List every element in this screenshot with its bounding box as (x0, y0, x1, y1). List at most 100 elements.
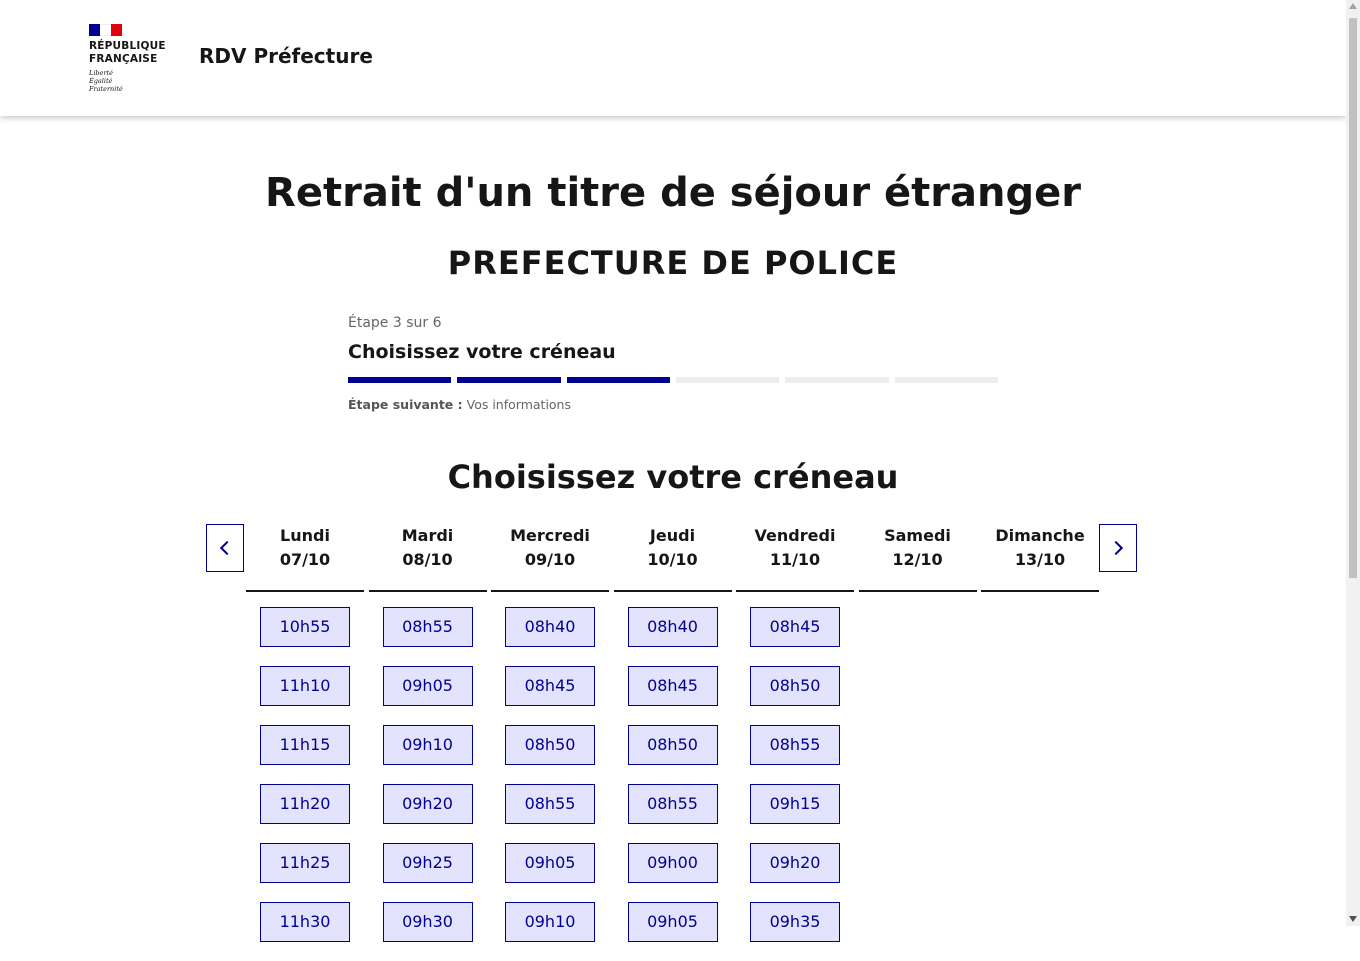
page-title: Retrait d'un titre de séjour étranger (265, 170, 1081, 216)
time-slot-button[interactable]: 09h20 (382, 784, 473, 824)
time-slot-button[interactable]: 09h35 (750, 902, 840, 942)
stepper-bar-1 (348, 377, 452, 383)
republique-francaise-logo[interactable]: RÉPUBLIQUE FRANÇAISE Liberté Égalité Fra… (89, 24, 179, 96)
time-slot-button[interactable]: 09h30 (382, 902, 473, 942)
stepper-bar-4 (675, 377, 780, 383)
scrollbar-thumb[interactable] (1349, 18, 1357, 578)
day-header: Mercredi 09/10 (491, 524, 609, 592)
stepper-next-value: Vos informations (466, 397, 571, 412)
time-slot-button[interactable]: 08h50 (505, 725, 595, 765)
vertical-scrollbar[interactable] (1346, 0, 1360, 926)
day-column: Mardi 08/10 08h55 09h05 09h10 09h20 09h25 09h30 (368, 524, 487, 961)
time-slot-button[interactable]: 09h10 (382, 725, 473, 765)
day-name: Mardi (401, 526, 454, 545)
time-slot-button[interactable]: 11h20 (260, 784, 350, 824)
day-header: Dimanche 13/10 (981, 524, 1099, 592)
previous-week-button[interactable] (206, 524, 244, 572)
logo-text: RÉPUBLIQUE FRANÇAISE (89, 40, 179, 66)
calendar-heading: Choisissez votre créneau (447, 458, 899, 496)
day-date: 11/10 (769, 550, 821, 569)
page-subtitle: PREFECTURE DE POLICE (447, 244, 899, 282)
time-slot-button[interactable]: 09h25 (382, 843, 473, 883)
time-slot-button[interactable]: 08h55 (627, 784, 718, 824)
day-name: Vendredi (754, 526, 836, 545)
day-date: 10/10 (647, 550, 698, 569)
day-date: 13/10 (1014, 550, 1066, 569)
calendar-days: Lundi 07/10 10h55 11h10 11h15 11h20 11h25 11h30… (246, 524, 1104, 961)
time-slot-button[interactable]: 11h25 (260, 843, 350, 883)
time-slot-button[interactable]: 08h50 (627, 725, 718, 765)
scroll-up-arrow-icon[interactable] (1349, 3, 1357, 9)
time-slot-button[interactable]: 10h55 (260, 607, 350, 647)
stepper-bar-6 (894, 377, 998, 383)
time-slot-button[interactable]: 09h05 (382, 666, 473, 706)
time-slot-button[interactable]: 08h45 (627, 666, 718, 706)
service-name[interactable]: RDV Préfecture (199, 44, 373, 68)
day-name: Jeudi (649, 526, 696, 545)
day-column: Mercredi 09/10 08h40 08h45 08h50 08h55 09h05 09… (491, 524, 609, 961)
day-column: Jeudi 10/10 08h40 08h45 08h50 08h55 09h00 09h05 (613, 524, 732, 961)
slot-list: 10h55 11h10 11h15 11h20 11h25 11h30 (246, 592, 364, 942)
stepper-bar-3 (566, 377, 670, 383)
motto-line-1: Liberté (89, 69, 113, 77)
site-header: RÉPUBLIQUE FRANÇAISE Liberté Égalité Fra… (0, 0, 1346, 116)
stepper: Étape 3 sur 6 Choisissez votre créneau É… (348, 315, 998, 412)
time-slot-button[interactable]: 09h10 (505, 902, 595, 942)
logo-line-2: FRANÇAISE (89, 53, 158, 65)
scroll-down-arrow-icon[interactable] (1349, 916, 1357, 922)
motto-line-3: Fraternité (89, 85, 123, 93)
time-slot-button[interactable]: 09h15 (750, 784, 840, 824)
time-slot-button[interactable]: 08h45 (505, 666, 595, 706)
time-slot-button[interactable]: 09h20 (750, 843, 840, 883)
stepper-bar-5 (785, 377, 889, 383)
time-slot-button[interactable]: 08h40 (627, 607, 718, 647)
time-slot-button[interactable]: 09h05 (627, 902, 718, 942)
slot-list: 08h45 08h50 08h55 09h15 09h20 09h35 (736, 592, 854, 942)
time-slot-button[interactable]: 11h15 (260, 725, 350, 765)
day-header: Lundi 07/10 (246, 524, 364, 592)
day-date: 08/10 (402, 550, 453, 569)
slot-list: 08h40 08h45 08h50 08h55 09h00 09h05 (614, 592, 732, 942)
motto-line-2: Égalité (89, 77, 113, 85)
day-date: 07/10 (279, 550, 331, 569)
stepper-progress (348, 377, 998, 383)
stepper-state: Étape 3 sur 6 (348, 315, 442, 331)
time-slot-button[interactable]: 11h30 (260, 902, 350, 942)
day-header: Samedi 12/10 (858, 524, 977, 592)
time-slot-button[interactable]: 09h05 (505, 843, 595, 883)
day-header: Vendredi 11/10 (736, 524, 854, 592)
chevron-left-icon (219, 540, 235, 556)
stepper-next-label: Étape suivante : (348, 397, 463, 412)
day-header: Mardi 08/10 (368, 524, 487, 592)
day-name: Dimanche (995, 526, 1085, 545)
time-slot-button[interactable]: 08h55 (750, 725, 840, 765)
day-name: Samedi (884, 526, 951, 545)
day-column: Lundi 07/10 10h55 11h10 11h15 11h20 11h25 11h30 (246, 524, 364, 961)
slot-list (859, 592, 977, 607)
time-slot-button[interactable]: 09h00 (627, 843, 718, 883)
motto: Liberté Égalité Fraternité (89, 69, 179, 93)
logo-line-1: RÉPUBLIQUE (89, 40, 166, 52)
slot-list: 08h55 09h05 09h10 09h20 09h25 09h30 (369, 592, 487, 942)
time-slot-button[interactable]: 08h40 (505, 607, 595, 647)
slot-list: 08h40 08h45 08h50 08h55 09h05 09h10 (491, 592, 609, 942)
day-date: 09/10 (524, 550, 576, 569)
slot-list (981, 592, 1099, 607)
day-name: Lundi (280, 526, 330, 545)
day-column: Vendredi 11/10 08h45 08h50 08h55 09h15 09h20 09… (736, 524, 854, 961)
time-slot-button[interactable]: 08h55 (382, 607, 473, 647)
day-date: 12/10 (892, 550, 943, 569)
stepper-bar-2 (457, 377, 561, 383)
day-column: Dimanche 13/10 (981, 524, 1099, 961)
day-column: Samedi 12/10 (858, 524, 977, 961)
time-slot-button[interactable]: 11h10 (260, 666, 350, 706)
day-name: Mercredi (510, 526, 590, 545)
time-slot-button[interactable]: 08h50 (750, 666, 840, 706)
time-slot-button[interactable]: 08h55 (505, 784, 595, 824)
day-header: Jeudi 10/10 (613, 524, 732, 592)
stepper-next-step: Étape suivante : Vos informations (348, 397, 998, 412)
chevron-right-icon (1108, 540, 1124, 556)
stepper-title: Choisissez votre créneau (348, 341, 616, 363)
next-week-button[interactable] (1099, 524, 1137, 572)
time-slot-button[interactable]: 08h45 (750, 607, 840, 647)
